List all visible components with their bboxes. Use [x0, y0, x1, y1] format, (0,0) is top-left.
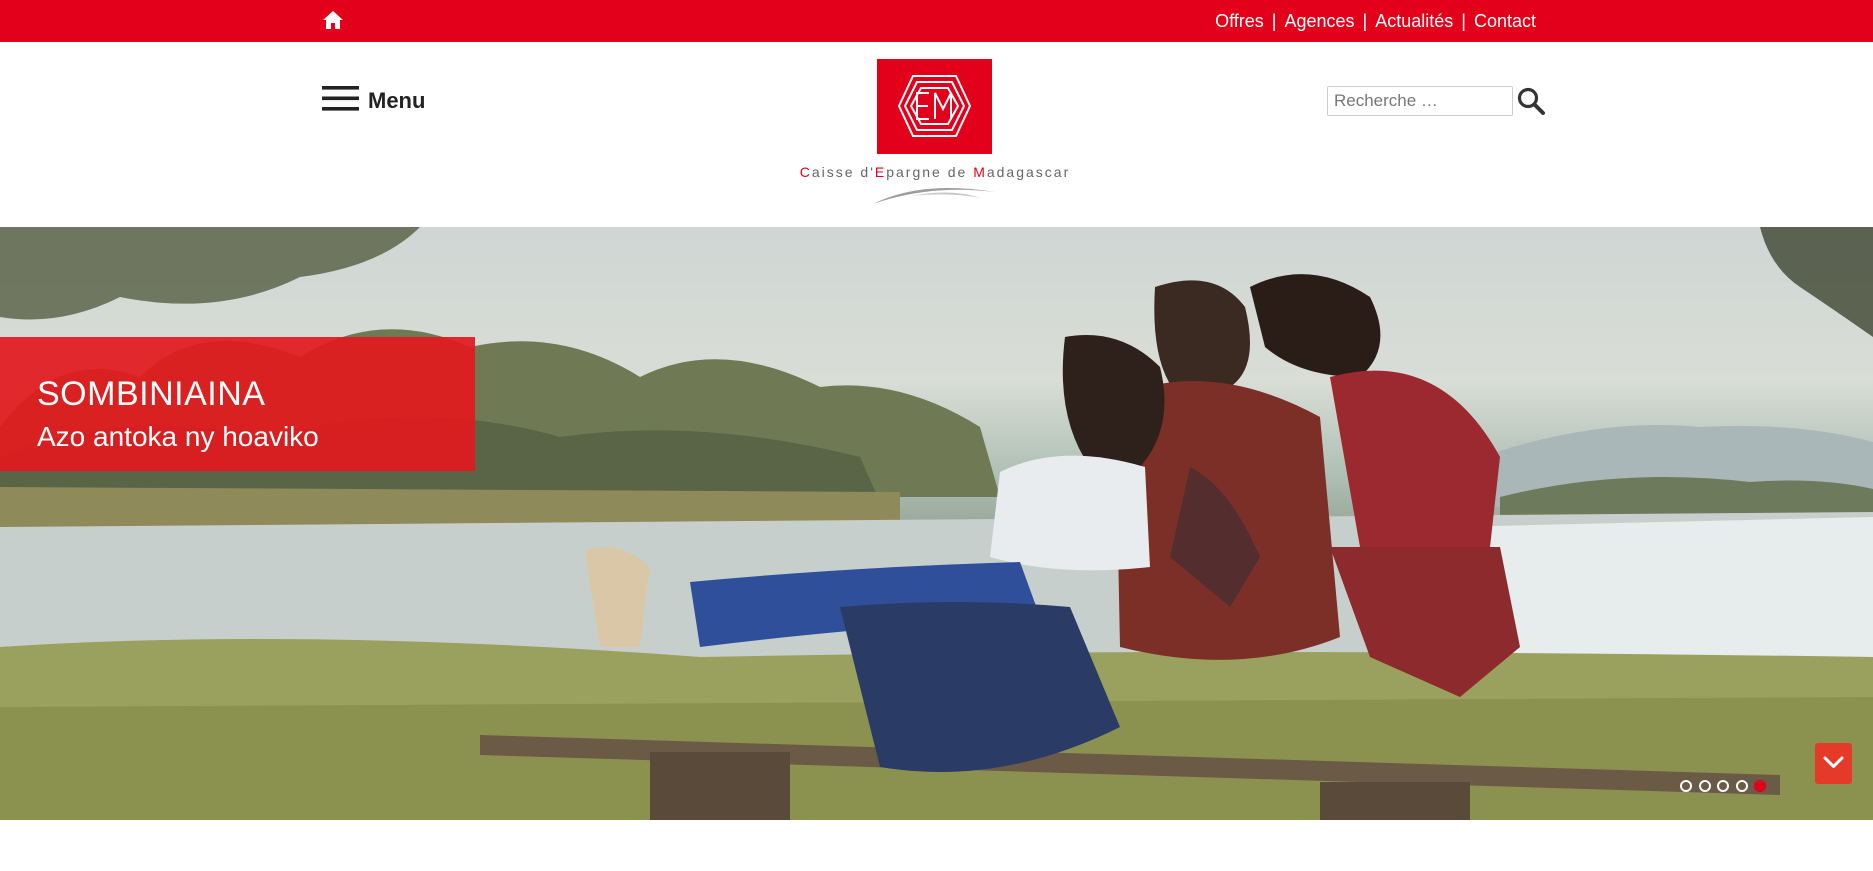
logo-monogram — [877, 59, 992, 154]
top-link-offres[interactable]: Offres — [1215, 11, 1264, 32]
top-nav-separator: | — [1362, 10, 1368, 31]
logo-swoosh — [873, 188, 995, 204]
top-nav-separator: | — [1461, 10, 1466, 31]
monogram-graphic — [897, 75, 972, 137]
home-link[interactable] — [322, 10, 344, 30]
slider-dot[interactable] — [1717, 780, 1729, 792]
search-button[interactable] — [1516, 86, 1546, 116]
logo-name: Caisse d'Epargne de Madagascar — [785, 164, 1085, 180]
search-icon — [1517, 87, 1545, 115]
logo-letter: C — [799, 164, 812, 180]
hero-slider: SOMBINIAINA Azo antoka ny hoaviko — [0, 227, 1873, 820]
home-icon — [323, 11, 343, 29]
brand-logo[interactable]: Caisse d'Epargne de Madagascar — [785, 58, 1085, 208]
top-link-contact[interactable]: Contact — [1474, 11, 1536, 32]
slider-dot[interactable] — [1698, 780, 1711, 792]
top-bar: Offres | Agences | Actualités | Contact — [0, 0, 1873, 42]
slider-dot[interactable] — [1680, 780, 1692, 792]
search-input[interactable] — [1327, 86, 1513, 116]
logo-word: aisse d' — [811, 164, 875, 180]
top-link-actualites[interactable]: Actualités — [1375, 11, 1453, 32]
top-nav-separator: | — [1271, 10, 1277, 31]
slider-dot[interactable] — [1735, 780, 1748, 792]
logo-word: pargne de — [886, 164, 974, 180]
scroll-down-button[interactable] — [1815, 743, 1852, 784]
slider-dots — [1680, 780, 1773, 792]
logo-letter: M — [973, 164, 987, 180]
chevron-down-icon — [1823, 756, 1844, 768]
slider-dot-active[interactable] — [1754, 780, 1766, 792]
hero-subtitle: Azo antoka ny hoaviko — [37, 421, 319, 452]
top-nav: Offres | Agences | Actualités | Contact — [1215, 0, 1536, 42]
menu-button[interactable]: Menu — [322, 84, 425, 114]
logo-letter: E — [874, 164, 887, 180]
hero-title: SOMBINIAINA — [37, 375, 266, 413]
top-link-agences[interactable]: Agences — [1284, 11, 1354, 32]
hamburger-icon — [322, 86, 359, 111]
hero-photo — [0, 227, 1873, 820]
logo-word: adagascar — [986, 164, 1071, 180]
hero-caption: SOMBINIAINA Azo antoka ny hoaviko — [0, 337, 475, 471]
menu-label: Menu — [368, 87, 426, 113]
